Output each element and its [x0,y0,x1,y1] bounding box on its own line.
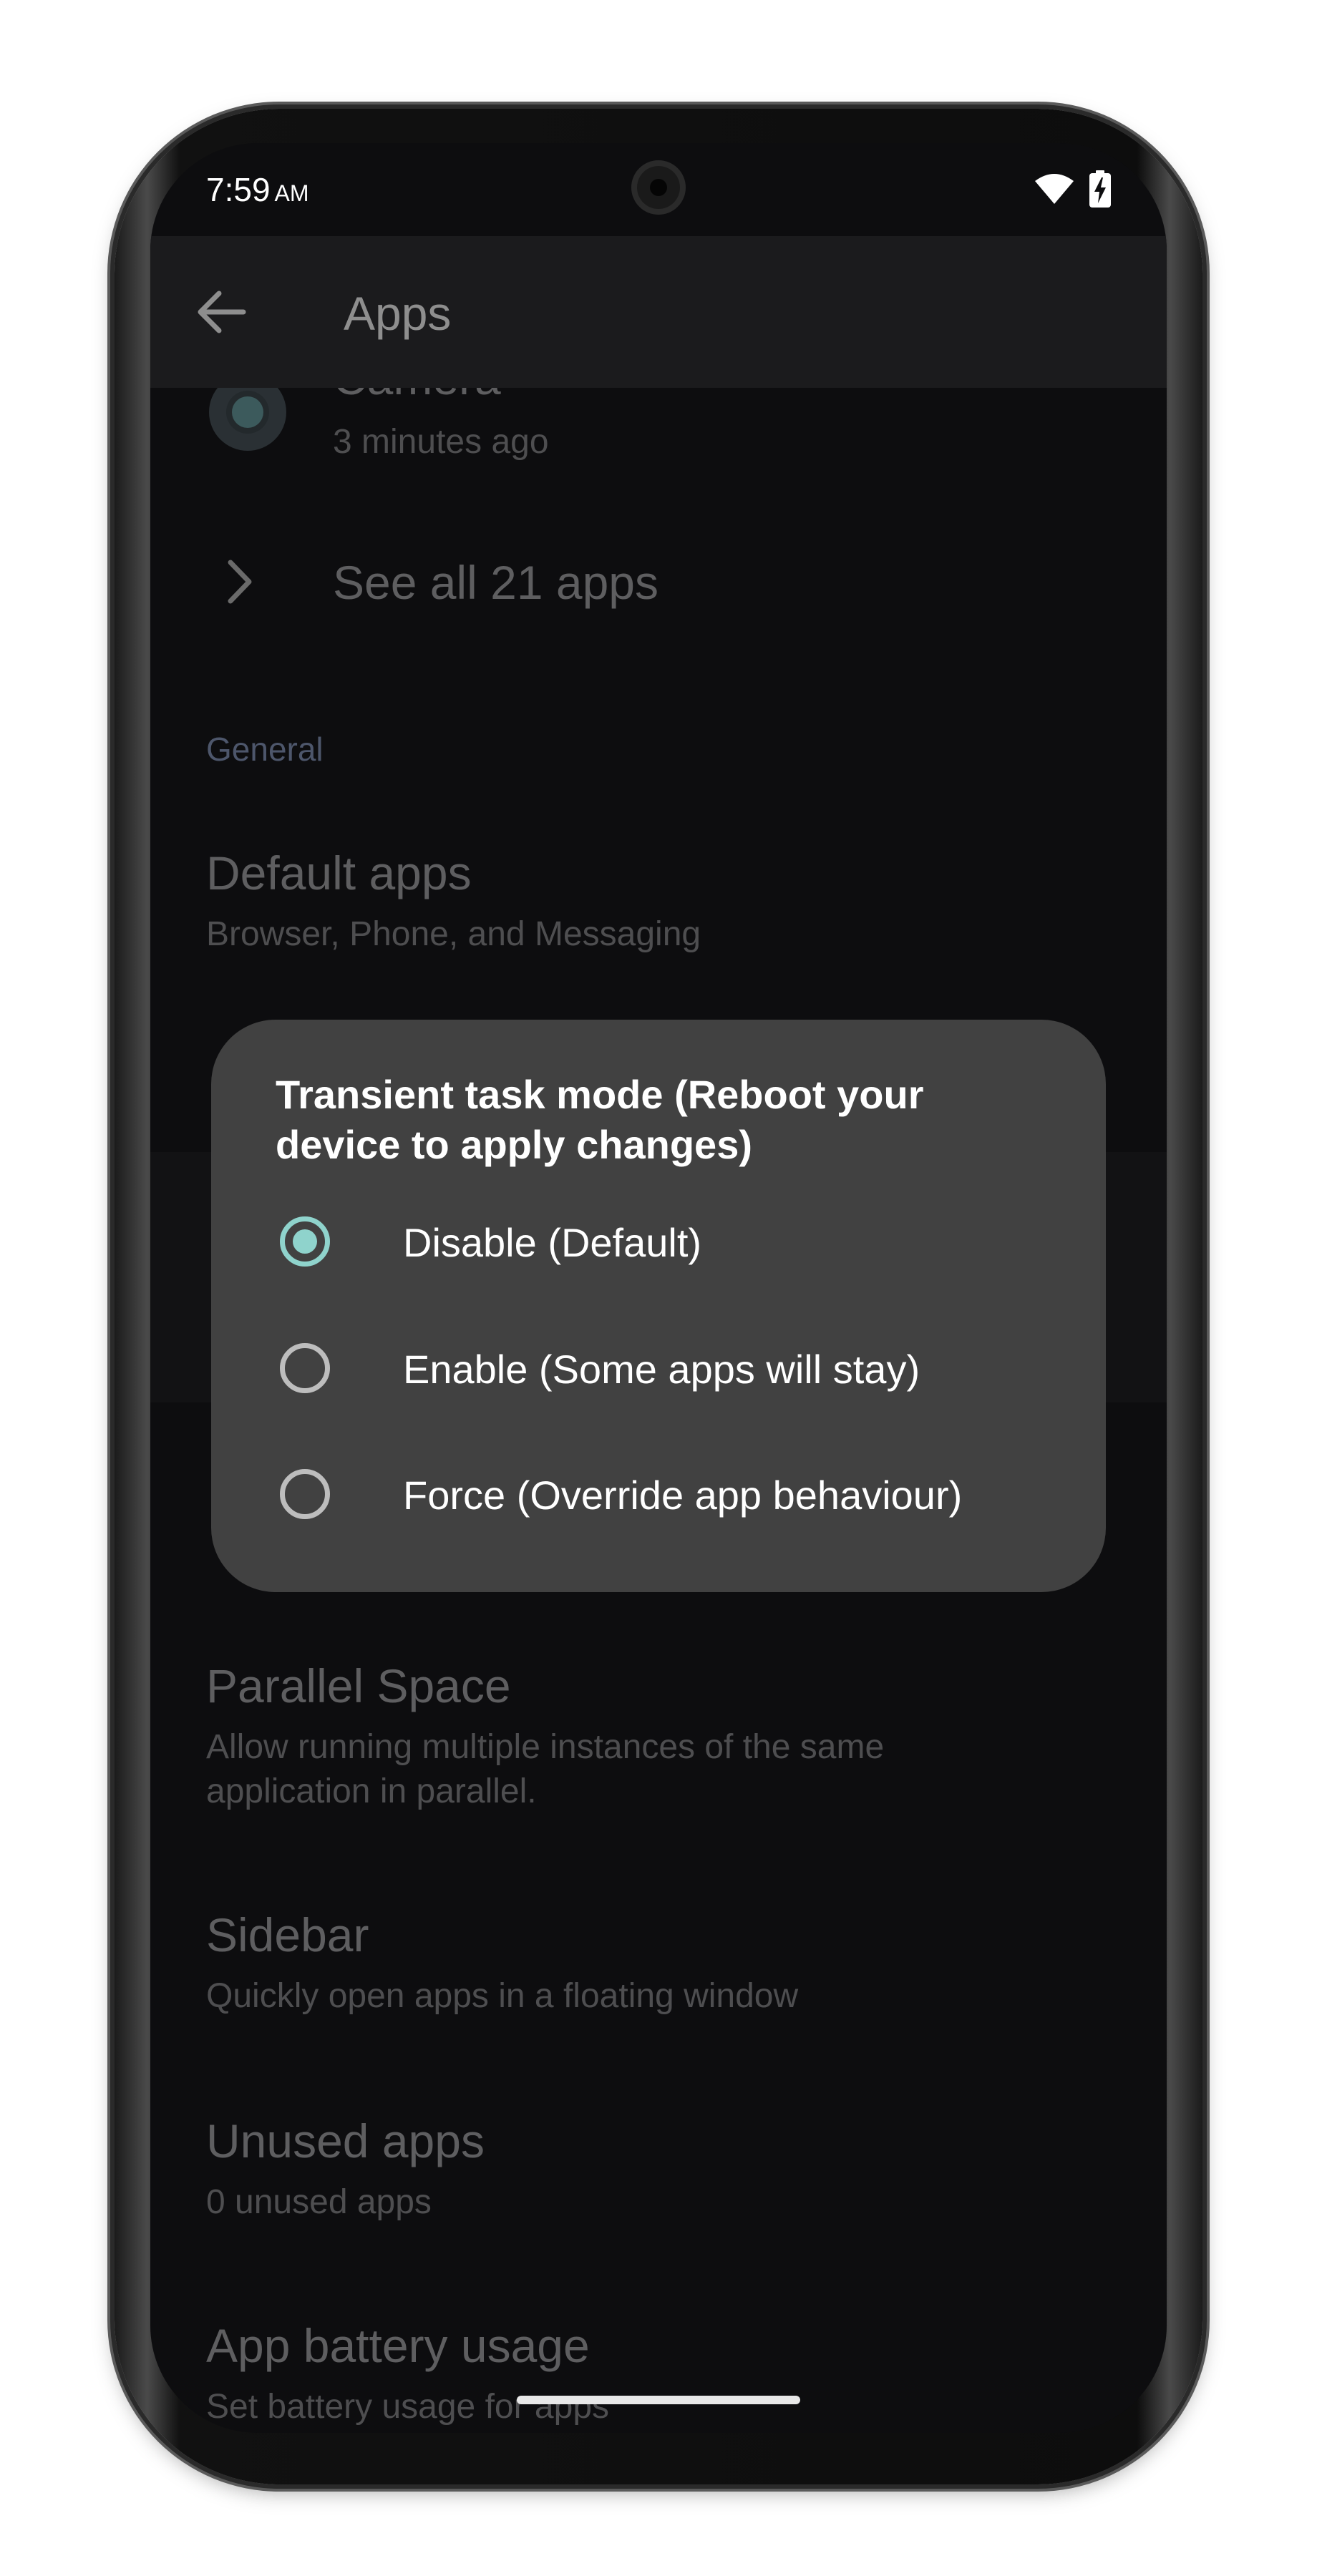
dialog-title-line-1: Transient task mode (Reboot your [276,1072,924,1117]
dialog-title: Transient task mode (Reboot your device … [276,1070,1063,1170]
gesture-nav-handle[interactable] [517,2396,800,2404]
parallel-space-subtitle-1: Allow running multiple instances of the … [206,1728,885,1766]
status-time-value: 7:59 [206,171,271,208]
parallel-space-subtitle-2: application in parallel. [206,1772,537,1810]
wifi-icon [1035,174,1074,204]
phone-screen: Camera 3 minutes ago See all 21 apps Gen… [150,143,1167,2433]
top-app-bar: Apps [150,236,1167,388]
sidebar-title: Sidebar [206,1908,369,1961]
app-battery-title: App battery usage [206,2319,590,2372]
radio-unselected-icon[interactable] [280,1469,330,1519]
chevron-right-icon [228,560,252,604]
option-label: Force (Override app behaviour) [403,1473,963,1518]
option-force[interactable]: Force (Override app behaviour) [211,1440,1106,1548]
section-general: General [206,731,324,768]
status-icons [1034,170,1111,208]
status-time-ampm: AM [274,180,309,206]
sidebar-subtitle: Quickly open apps in a floating window [206,1977,799,2015]
default-apps-subtitle: Browser, Phone, and Messaging [206,915,701,953]
dialog-title-line-2: device to apply changes) [276,1122,752,1167]
front-camera [631,160,686,215]
recent-app-time: 3 minutes ago [333,423,549,461]
default-apps-title: Default apps [206,847,472,899]
app-battery-subtitle: Set battery usage for apps [206,2388,610,2426]
parallel-space-title: Parallel Space [206,1659,511,1712]
battery-charging-icon [1089,170,1111,208]
arrow-left-icon[interactable] [193,283,251,341]
option-label: Enable (Some apps will stay) [403,1347,920,1392]
option-label: Disable (Default) [403,1220,702,1265]
page-title: Apps [344,287,452,340]
radio-selected-icon[interactable] [280,1216,330,1267]
see-all-label: See all 21 apps [333,556,659,609]
radio-unselected-icon[interactable] [280,1343,330,1393]
option-disable[interactable]: Disable (Default) [211,1188,1106,1295]
status-time: 7:59 AM [206,170,309,209]
unused-apps-subtitle: 0 unused apps [206,2183,432,2221]
unused-apps-title: Unused apps [206,2114,485,2167]
option-enable[interactable]: Enable (Some apps will stay) [211,1314,1106,1422]
transient-task-mode-dialog: Transient task mode (Reboot your device … [211,1020,1106,1592]
